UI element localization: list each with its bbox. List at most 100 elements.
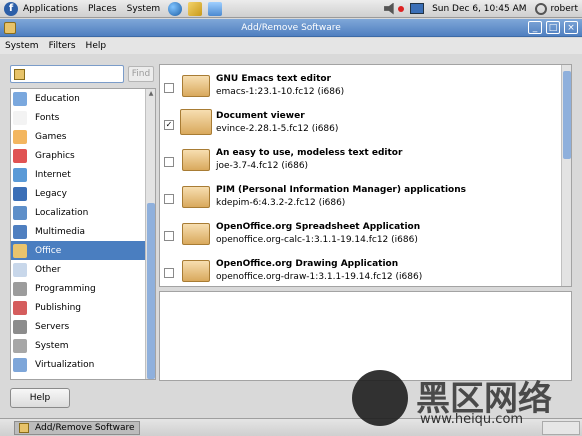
window-title-bar[interactable]: Add/Remove Software _ □ × xyxy=(0,19,582,37)
user-name[interactable]: robert xyxy=(551,4,579,14)
package-scrollbar[interactable] xyxy=(561,65,571,286)
programming-icon xyxy=(13,281,27,296)
top-panel: f Applications Places System Sun Dec 6, … xyxy=(0,0,582,18)
network-icon[interactable] xyxy=(410,3,425,14)
clock[interactable]: Sun Dec 6, 10:45 AM xyxy=(432,4,526,14)
category-item-fonts[interactable]: Fonts xyxy=(11,108,155,127)
localization-icon xyxy=(13,205,27,220)
category-label: Education xyxy=(35,93,80,104)
power-icon[interactable] xyxy=(534,2,547,15)
legacy-icon xyxy=(13,186,27,201)
menu-help[interactable]: Help xyxy=(81,41,112,51)
package-details-pane xyxy=(159,291,572,381)
search-input[interactable] xyxy=(10,65,124,83)
volume-icon[interactable] xyxy=(384,2,394,15)
education-icon xyxy=(13,91,27,106)
multimedia-icon xyxy=(13,224,27,239)
window-controls: _ □ × xyxy=(528,21,578,34)
close-button[interactable]: × xyxy=(564,21,578,34)
menu-filters[interactable]: Filters xyxy=(44,41,81,51)
category-scrollbar[interactable]: ▲ xyxy=(145,89,155,379)
menu-bar: System Filters Help xyxy=(0,38,582,54)
package-row[interactable]: OpenOffice.org Drawing Application openof… xyxy=(160,254,560,286)
category-item-localization[interactable]: Localization xyxy=(11,203,155,222)
office-icon xyxy=(13,243,27,258)
help-button[interactable]: Help xyxy=(10,388,70,408)
publishing-icon xyxy=(13,300,27,315)
scroll-up-icon[interactable]: ▲ xyxy=(147,91,155,97)
category-item-graphics[interactable]: Graphics xyxy=(11,146,155,165)
category-label: Servers xyxy=(35,321,70,332)
system-icon xyxy=(13,338,27,353)
package-version: joe-3.7-4.fc12 (i686) xyxy=(216,161,309,171)
package-version: emacs-1:23.1-10.fc12 (i686) xyxy=(216,87,345,97)
graphics-icon xyxy=(13,148,27,163)
category-label: Internet xyxy=(35,169,71,180)
minimize-button[interactable]: _ xyxy=(528,21,542,34)
category-items: Education Fonts Games Graphics Internet Legac… xyxy=(11,89,155,374)
category-label: System xyxy=(35,340,69,351)
category-item-education[interactable]: Education xyxy=(11,89,155,108)
package-row[interactable]: GNU Emacs text editor emacs-1:23.1-10.fc1… xyxy=(160,69,560,106)
menu-system[interactable]: System xyxy=(0,41,44,51)
package-checkbox[interactable] xyxy=(164,157,174,167)
package-icon xyxy=(182,260,210,282)
category-item-other[interactable]: Other xyxy=(11,260,155,279)
category-label: Games xyxy=(35,131,67,142)
package-checkbox[interactable] xyxy=(164,231,174,241)
package-name: OpenOffice.org Drawing Application xyxy=(216,259,399,269)
package-row[interactable]: OpenOffice.org Spreadsheet Application op… xyxy=(160,217,560,254)
category-item-legacy[interactable]: Legacy xyxy=(11,184,155,203)
web-browser-icon[interactable] xyxy=(168,1,183,16)
package-checkbox[interactable] xyxy=(164,83,174,93)
category-item-system[interactable]: System xyxy=(11,336,155,355)
package-checkbox[interactable]: ✓ xyxy=(164,120,174,130)
find-button[interactable]: Find xyxy=(128,66,154,82)
category-item-games[interactable]: Games xyxy=(11,127,155,146)
category-item-virtualization[interactable]: Virtualization xyxy=(11,355,155,374)
text-editor-icon[interactable] xyxy=(188,1,203,16)
category-label: Office xyxy=(35,245,62,256)
system-menu[interactable]: System xyxy=(122,0,166,18)
package-list[interactable]: GNU Emacs text editor emacs-1:23.1-10.fc1… xyxy=(159,64,572,287)
package-row[interactable]: ✓ Document viewer evince-2.28.1-5.fc12 (i6… xyxy=(160,106,560,143)
notes-icon[interactable] xyxy=(208,1,223,16)
package-checkbox[interactable] xyxy=(164,194,174,204)
category-label: Legacy xyxy=(35,188,67,199)
category-item-office[interactable]: Office xyxy=(11,241,155,260)
category-label: Virtualization xyxy=(35,359,95,370)
category-item-multimedia[interactable]: Multimedia xyxy=(11,222,155,241)
category-list[interactable]: Education Fonts Games Graphics Internet Legac… xyxy=(10,88,156,380)
mute-indicator-icon xyxy=(398,5,405,12)
category-label: Graphics xyxy=(35,150,75,161)
package-version: openoffice.org-calc-1:3.1.1-19.14.fc12 (… xyxy=(216,235,418,245)
taskbar-window-label: Add/Remove Software xyxy=(35,423,135,433)
category-item-internet[interactable]: Internet xyxy=(11,165,155,184)
applications-menu[interactable]: Applications xyxy=(18,0,83,18)
software-package-icon xyxy=(4,22,16,34)
package-checkbox[interactable] xyxy=(164,268,174,278)
package-row[interactable]: PIM (Personal Information Manager) appli… xyxy=(160,180,560,217)
category-item-publishing[interactable]: Publishing xyxy=(11,298,155,317)
places-menu[interactable]: Places xyxy=(83,0,122,18)
category-scroll-thumb[interactable] xyxy=(147,203,155,379)
category-label: Multimedia xyxy=(35,226,86,237)
package-icon xyxy=(182,223,210,245)
servers-icon xyxy=(13,319,27,334)
package-name: PIM (Personal Information Manager) appli… xyxy=(216,185,466,195)
category-label: Publishing xyxy=(35,302,81,313)
package-icon xyxy=(180,109,212,135)
package-scroll-thumb[interactable] xyxy=(563,71,571,159)
fedora-logo-icon[interactable]: f xyxy=(4,1,18,16)
maximize-button[interactable]: □ xyxy=(546,21,560,34)
category-item-servers[interactable]: Servers xyxy=(11,317,155,336)
package-version: kdepim-6:4.3.2-2.fc12 (i686) xyxy=(216,198,346,208)
watermark-url: www.heiqu.com xyxy=(420,412,524,427)
package-icon xyxy=(182,186,210,208)
taskbar-window-button[interactable]: Add/Remove Software xyxy=(14,421,140,435)
package-icon xyxy=(182,75,210,97)
search-field-icon xyxy=(14,69,25,80)
category-item-programming[interactable]: Programming xyxy=(11,279,155,298)
package-row[interactable]: An easy to use, modeless text editor joe-… xyxy=(160,143,560,180)
other-icon xyxy=(13,262,27,277)
